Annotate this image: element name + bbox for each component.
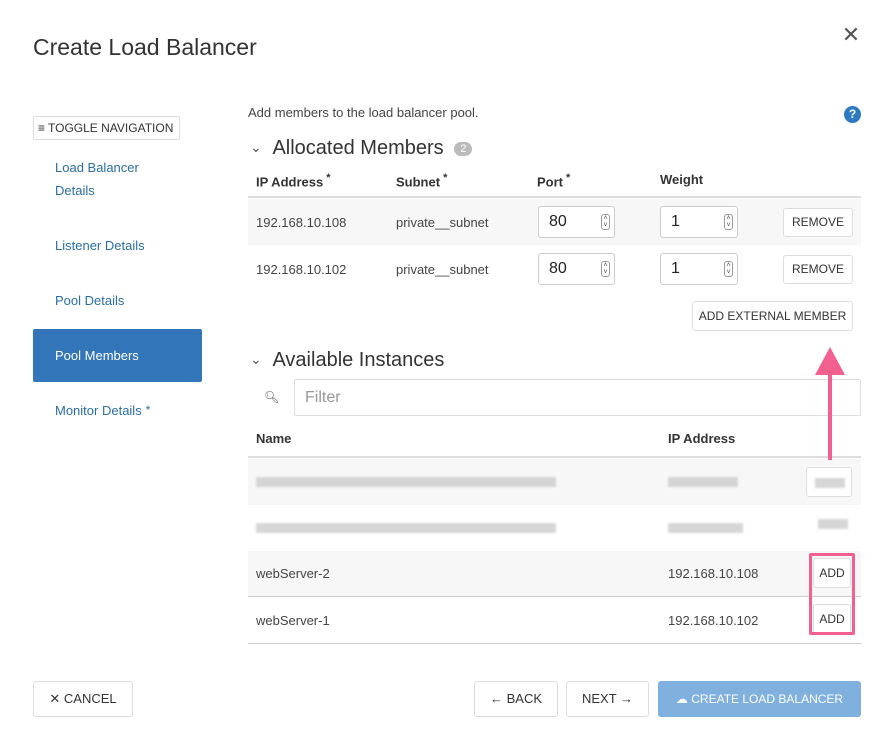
divider <box>248 456 861 458</box>
count-badge: 2 <box>454 141 473 156</box>
remove-button[interactable]: REMOVE <box>783 208 853 237</box>
sidebar-item-label: Monitor Details <box>55 403 142 418</box>
redacted-label <box>815 478 845 488</box>
cancel-button[interactable]: ✕ CANCEL <box>33 681 133 717</box>
sidebar-item-label: Details <box>55 183 95 198</box>
stepper-arrows-icon[interactable]: ˄ ˅ <box>601 261 610 277</box>
sidebar-item-pool-details[interactable]: Pool Details <box>33 289 202 312</box>
allocated-members-header[interactable]: ⌄ Allocated Members 2 <box>250 137 473 160</box>
instance-ip: 192.168.10.102 <box>668 613 759 628</box>
toggle-navigation-button[interactable]: ≡ TOGGLE NAVIGATION <box>33 116 180 140</box>
create-load-balancer-button[interactable]: ☁ CREATE LOAD BALANCER <box>658 681 861 717</box>
redacted-label <box>818 519 848 529</box>
port-stepper[interactable]: 80 ˄ ˅ <box>538 253 615 285</box>
remove-button[interactable]: REMOVE <box>783 255 853 284</box>
close-icon[interactable]: ✕ <box>840 24 862 46</box>
instance-name: webServer-1 <box>256 613 330 628</box>
filter-input[interactable]: Filter <box>294 379 861 416</box>
column-header-ip: IP Address <box>668 431 736 446</box>
stepper-arrows-icon[interactable]: ˄ ˅ <box>724 214 733 230</box>
member-ip: 192.168.10.108 <box>256 215 347 230</box>
column-header-ip: IP Address * <box>256 172 331 190</box>
member-subnet: private__subnet <box>396 262 489 277</box>
divider <box>248 643 861 644</box>
sidebar-item-pool-members[interactable]: Pool Members <box>33 329 202 382</box>
back-button[interactable]: ← BACK <box>474 681 558 717</box>
stepper-arrows-icon[interactable]: ˄ ˅ <box>601 214 610 230</box>
divider <box>248 196 861 198</box>
member-subnet: private__subnet <box>396 215 489 230</box>
chevron-down-icon: ⌄ <box>250 351 262 367</box>
column-header-weight: Weight <box>660 172 704 187</box>
chevron-down-icon: ⌄ <box>250 139 262 155</box>
weight-stepper[interactable]: 1 ˄ ˅ <box>660 253 738 285</box>
annotation-arrow-shaft <box>828 370 832 460</box>
table-row: webServer-1 192.168.10.102 ADD <box>248 597 861 643</box>
required-mark: * <box>145 403 151 417</box>
weight-stepper[interactable]: 1 ˄ ˅ <box>660 206 738 238</box>
menu-icon: ≡ <box>38 121 46 135</box>
redacted-ip <box>668 477 738 487</box>
section-title: Available Instances <box>272 349 445 371</box>
section-title: Allocated Members <box>272 137 444 159</box>
redacted-name <box>256 477 556 487</box>
annotation-arrow-head-icon <box>815 347 845 375</box>
instance-ip: 192.168.10.108 <box>668 566 759 581</box>
table-row-redacted <box>248 505 861 551</box>
table-row: 192.168.10.102 private__subnet 80 ˄ ˅ 1 ˄ ˅ … <box>248 246 861 292</box>
member-ip: 192.168.10.102 <box>256 262 347 277</box>
available-instances-header[interactable]: ⌄ Available Instances <box>250 349 444 372</box>
redacted-ip <box>668 523 743 533</box>
toggle-navigation-label: TOGGLE NAVIGATION <box>48 121 174 135</box>
sidebar-item-monitor-details[interactable]: Monitor Details * <box>33 399 202 422</box>
sidebar-item-load-balancer-details[interactable]: Load Balancer Details <box>33 156 202 202</box>
sidebar-item-label: Load Balancer <box>55 160 139 175</box>
help-icon[interactable]: ? <box>844 106 861 123</box>
column-header-subnet: Subnet * <box>396 172 448 190</box>
search-icon: 🔍︎ <box>264 390 280 404</box>
annotation-highlight-box <box>809 553 855 635</box>
intro-text: Add members to the load balancer pool. <box>248 105 479 120</box>
stepper-arrows-icon[interactable]: ˄ ˅ <box>724 261 733 277</box>
table-row: 192.168.10.108 private__subnet 80 ˄ ˅ 1 ˄ ˅ … <box>248 199 861 245</box>
port-stepper[interactable]: 80 ˄ ˅ <box>538 206 615 238</box>
column-header-name: Name <box>256 431 292 446</box>
table-row: webServer-2 192.168.10.108 ADD <box>248 551 861 596</box>
add-external-member-button[interactable]: ADD EXTERNAL MEMBER <box>692 301 853 331</box>
redacted-name <box>256 523 556 533</box>
dialog-title: Create Load Balancer <box>33 34 257 60</box>
column-header-port: Port * <box>537 172 571 190</box>
sidebar-item-listener-details[interactable]: Listener Details <box>33 234 202 257</box>
add-button[interactable] <box>806 467 852 497</box>
table-row-redacted <box>248 459 861 505</box>
instance-name: webServer-2 <box>256 566 330 581</box>
next-button[interactable]: NEXT → <box>566 681 649 717</box>
